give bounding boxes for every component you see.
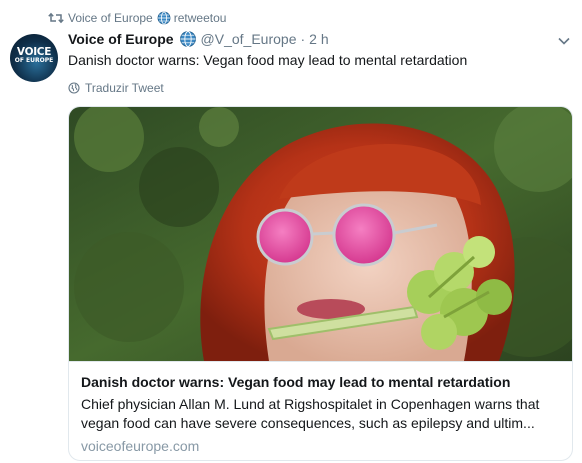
author-name[interactable]: Voice of Europe — [68, 31, 174, 47]
globe-icon — [179, 30, 197, 48]
retweet-label: retweetou — [173, 11, 227, 25]
globe-icon — [157, 11, 171, 25]
avatar-logo: VOICE OF EUROPE — [14, 46, 54, 64]
globe-icon — [68, 82, 80, 94]
tweet-header: Voice of Europe @V_of_Europe · 2 h — [68, 29, 329, 49]
card-title: Danish doctor warns: Vegan food may lead… — [81, 374, 511, 390]
retweet-context: Voice of Europe retweetou — [48, 9, 226, 27]
timestamp[interactable]: 2 h — [309, 31, 328, 47]
retweet-icon — [48, 11, 66, 25]
chevron-down-icon[interactable] — [557, 34, 571, 48]
tweet-text: Danish doctor warns: Vegan food may lead… — [68, 52, 468, 68]
card-image — [69, 107, 572, 361]
card-body: Danish doctor warns: Vegan food may lead… — [69, 361, 572, 460]
author-handle[interactable]: @V_of_Europe — [201, 31, 297, 47]
link-card[interactable]: Danish doctor warns: Vegan food may lead… — [68, 106, 573, 461]
retweeter-name[interactable]: Voice of Europe — [68, 11, 153, 25]
avatar[interactable]: VOICE OF EUROPE — [10, 34, 58, 82]
card-description: Chief physician Allan M. Lund at Rigshos… — [81, 396, 540, 431]
translate-label: Traduzir Tweet — [85, 81, 164, 95]
card-domain: voiceofeurope.com — [81, 438, 200, 454]
separator-dot: · — [300, 31, 306, 47]
translate-tweet-link[interactable]: Traduzir Tweet — [68, 80, 164, 96]
